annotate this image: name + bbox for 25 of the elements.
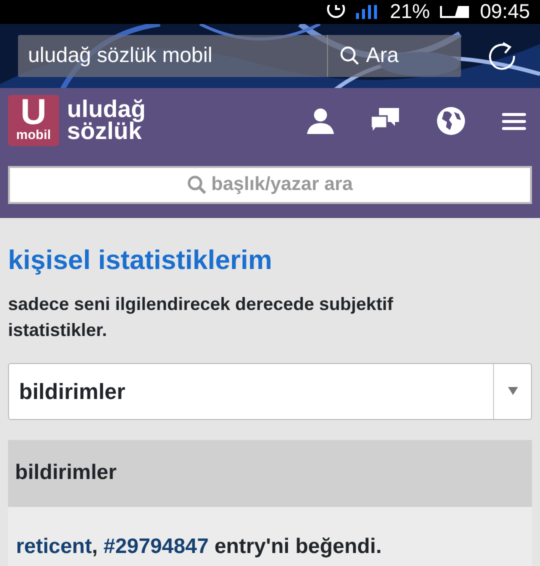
alarm-icon	[326, 5, 346, 19]
page-subtitle: sadece seni ilgilendirecek derecede subjektif istatistikler.	[8, 292, 394, 342]
globe-icon[interactable]	[436, 106, 466, 136]
user-link[interactable]: reticent	[16, 534, 92, 558]
user-icon[interactable]	[307, 107, 334, 134]
battery-icon	[440, 6, 470, 18]
entry-link[interactable]: #29794847	[104, 534, 209, 558]
logo-icon[interactable]: U mobil	[8, 95, 59, 146]
clock-time: 09:45	[480, 1, 530, 23]
url-field[interactable]: uludağ sözlük mobil	[18, 35, 328, 77]
menu-icon[interactable]	[502, 112, 526, 130]
chat-icon[interactable]	[370, 107, 400, 134]
panel-header: bildirimler	[8, 440, 532, 506]
battery-percent: 21%	[390, 1, 430, 23]
search-placeholder: başlık/yazar ara	[211, 172, 353, 197]
search-icon	[340, 46, 360, 66]
category-dropdown[interactable]: bildirimler	[8, 362, 532, 420]
page-title: kişisel istatistiklerim	[8, 244, 274, 277]
caret-icon[interactable]	[508, 387, 518, 395]
search-button[interactable]: Ara	[328, 35, 461, 77]
signal-icon	[356, 5, 380, 19]
search-icon	[187, 175, 208, 195]
refresh-icon[interactable]	[487, 41, 517, 71]
site-logo-text[interactable]: uludağ sözlük	[67, 98, 146, 142]
notification-text: reticent, #29794847 entry'ni beğendi.	[16, 534, 383, 560]
